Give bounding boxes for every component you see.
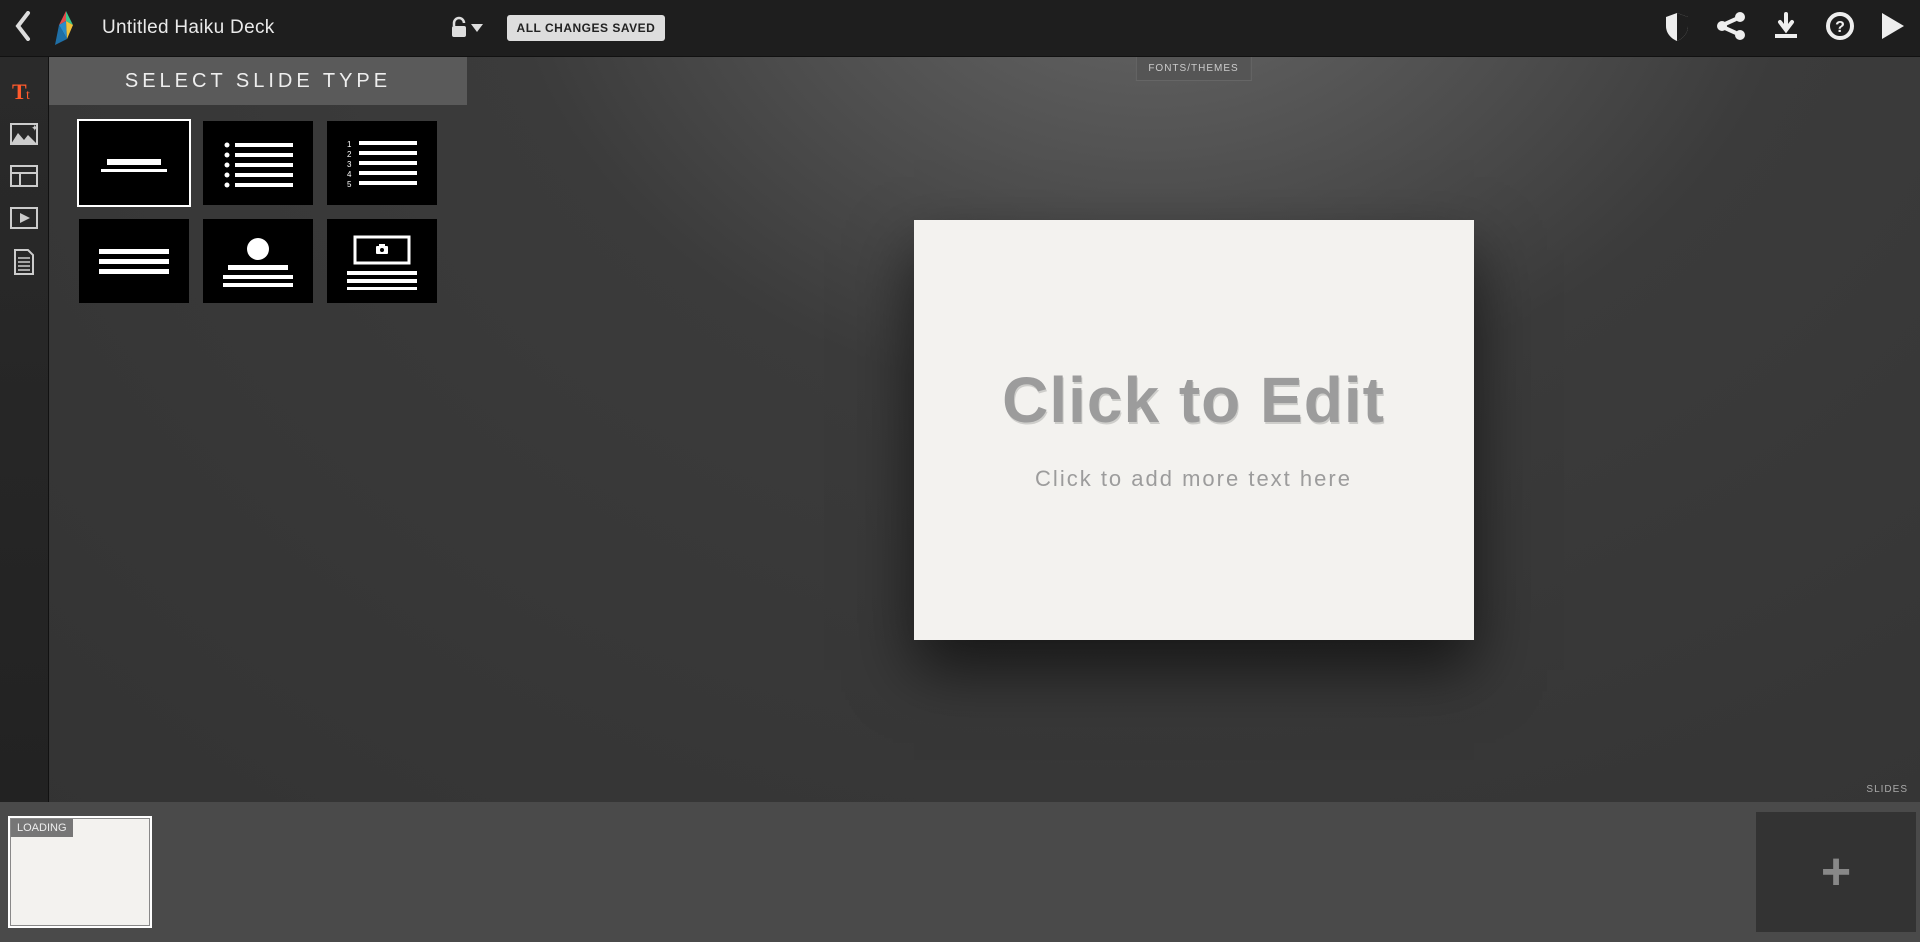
topbar-actions: ? — [1664, 11, 1906, 46]
chevron-left-icon — [14, 11, 32, 41]
layout-icon — [10, 165, 38, 187]
back-button[interactable] — [14, 11, 32, 46]
text-icon: T t — [10, 79, 38, 103]
plus-icon: + — [1821, 842, 1851, 902]
add-slide-button[interactable]: + — [1756, 812, 1916, 932]
deck-title[interactable]: Untitled Haiku Deck — [102, 17, 275, 39]
save-status-badge: ALL CHANGES SAVED — [507, 15, 666, 41]
svg-text:5: 5 — [347, 180, 352, 189]
haiku-deck-logo[interactable] — [46, 7, 88, 49]
canvas-area: FONTS/THEMES Click to Edit Click to add … — [467, 57, 1920, 802]
slide-type-panel: SELECT SLIDE TYPE — [49, 57, 467, 802]
slide-type-paragraph[interactable] — [79, 219, 189, 303]
share-icon — [1716, 12, 1746, 40]
thumbnail-loading-badge: LOADING — [11, 819, 73, 837]
rail-layout-tool[interactable] — [10, 165, 38, 187]
play-icon — [1880, 11, 1906, 41]
origami-bird-icon — [46, 7, 88, 49]
slide-title-placeholder[interactable]: Click to Edit — [1002, 368, 1385, 432]
slides-label: SLIDES — [1866, 784, 1908, 795]
top-bar: Untitled Haiku Deck ALL CHANGES SAVED — [0, 0, 1920, 57]
slide-canvas: Click to Edit Click to add more text her… — [914, 220, 1474, 640]
panel-title: SELECT SLIDE TYPE — [49, 57, 467, 105]
caret-down-icon — [471, 24, 483, 32]
rail-image-tool[interactable]: ✦ — [10, 123, 38, 145]
download-icon — [1772, 12, 1800, 40]
slide-type-title[interactable] — [79, 121, 189, 205]
fonts-themes-tab[interactable]: FONTS/THEMES — [1135, 57, 1251, 81]
slide-type-photo-icon — [337, 231, 427, 291]
svg-text:1: 1 — [347, 140, 352, 149]
rail-notes-tool[interactable] — [12, 249, 36, 275]
unlock-icon — [449, 16, 469, 40]
svg-text:t: t — [26, 88, 30, 103]
image-icon: ✦ — [10, 123, 38, 145]
document-icon — [12, 249, 36, 275]
svg-text:3: 3 — [347, 160, 352, 169]
slide-type-profile-icon — [213, 231, 303, 291]
download-button[interactable] — [1772, 12, 1800, 45]
help-icon: ? — [1826, 12, 1854, 40]
slide-type-bullets[interactable] — [203, 121, 313, 205]
slide-type-paragraph-icon — [89, 231, 179, 291]
rail-text-tool[interactable]: T t — [10, 79, 38, 103]
svg-text:2: 2 — [347, 150, 352, 159]
main-area: T t ✦ — [0, 57, 1920, 802]
slide-type-photo-caption[interactable] — [327, 219, 437, 303]
slide-subtitle-placeholder[interactable]: Click to add more text here — [1035, 466, 1352, 492]
play-square-icon — [10, 207, 38, 229]
svg-text:4: 4 — [347, 170, 352, 179]
left-tool-rail: T t ✦ — [0, 57, 49, 802]
help-button[interactable]: ? — [1826, 12, 1854, 45]
slide-type-profile[interactable] — [203, 219, 313, 303]
privacy-toggle[interactable] — [449, 16, 483, 40]
slide-type-bullets-icon — [213, 133, 303, 193]
play-button[interactable] — [1880, 11, 1906, 46]
rail-chart-tool[interactable] — [10, 207, 38, 229]
slide-type-grid: 1 2 3 4 5 — [49, 105, 467, 319]
shield-button[interactable] — [1664, 11, 1690, 46]
slide-type-numbered[interactable]: 1 2 3 4 5 — [327, 121, 437, 205]
slide-thumbnail-1[interactable]: LOADING — [10, 818, 150, 926]
shield-icon — [1664, 11, 1690, 41]
slide-type-numbered-icon: 1 2 3 4 5 — [337, 133, 427, 193]
share-button[interactable] — [1716, 12, 1746, 45]
svg-text:?: ? — [1835, 19, 1845, 36]
svg-text:T: T — [12, 79, 27, 103]
slide-type-title-icon — [89, 133, 179, 193]
slide-tray: SLIDES LOADING + — [0, 802, 1920, 942]
svg-text:✦: ✦ — [31, 123, 38, 133]
